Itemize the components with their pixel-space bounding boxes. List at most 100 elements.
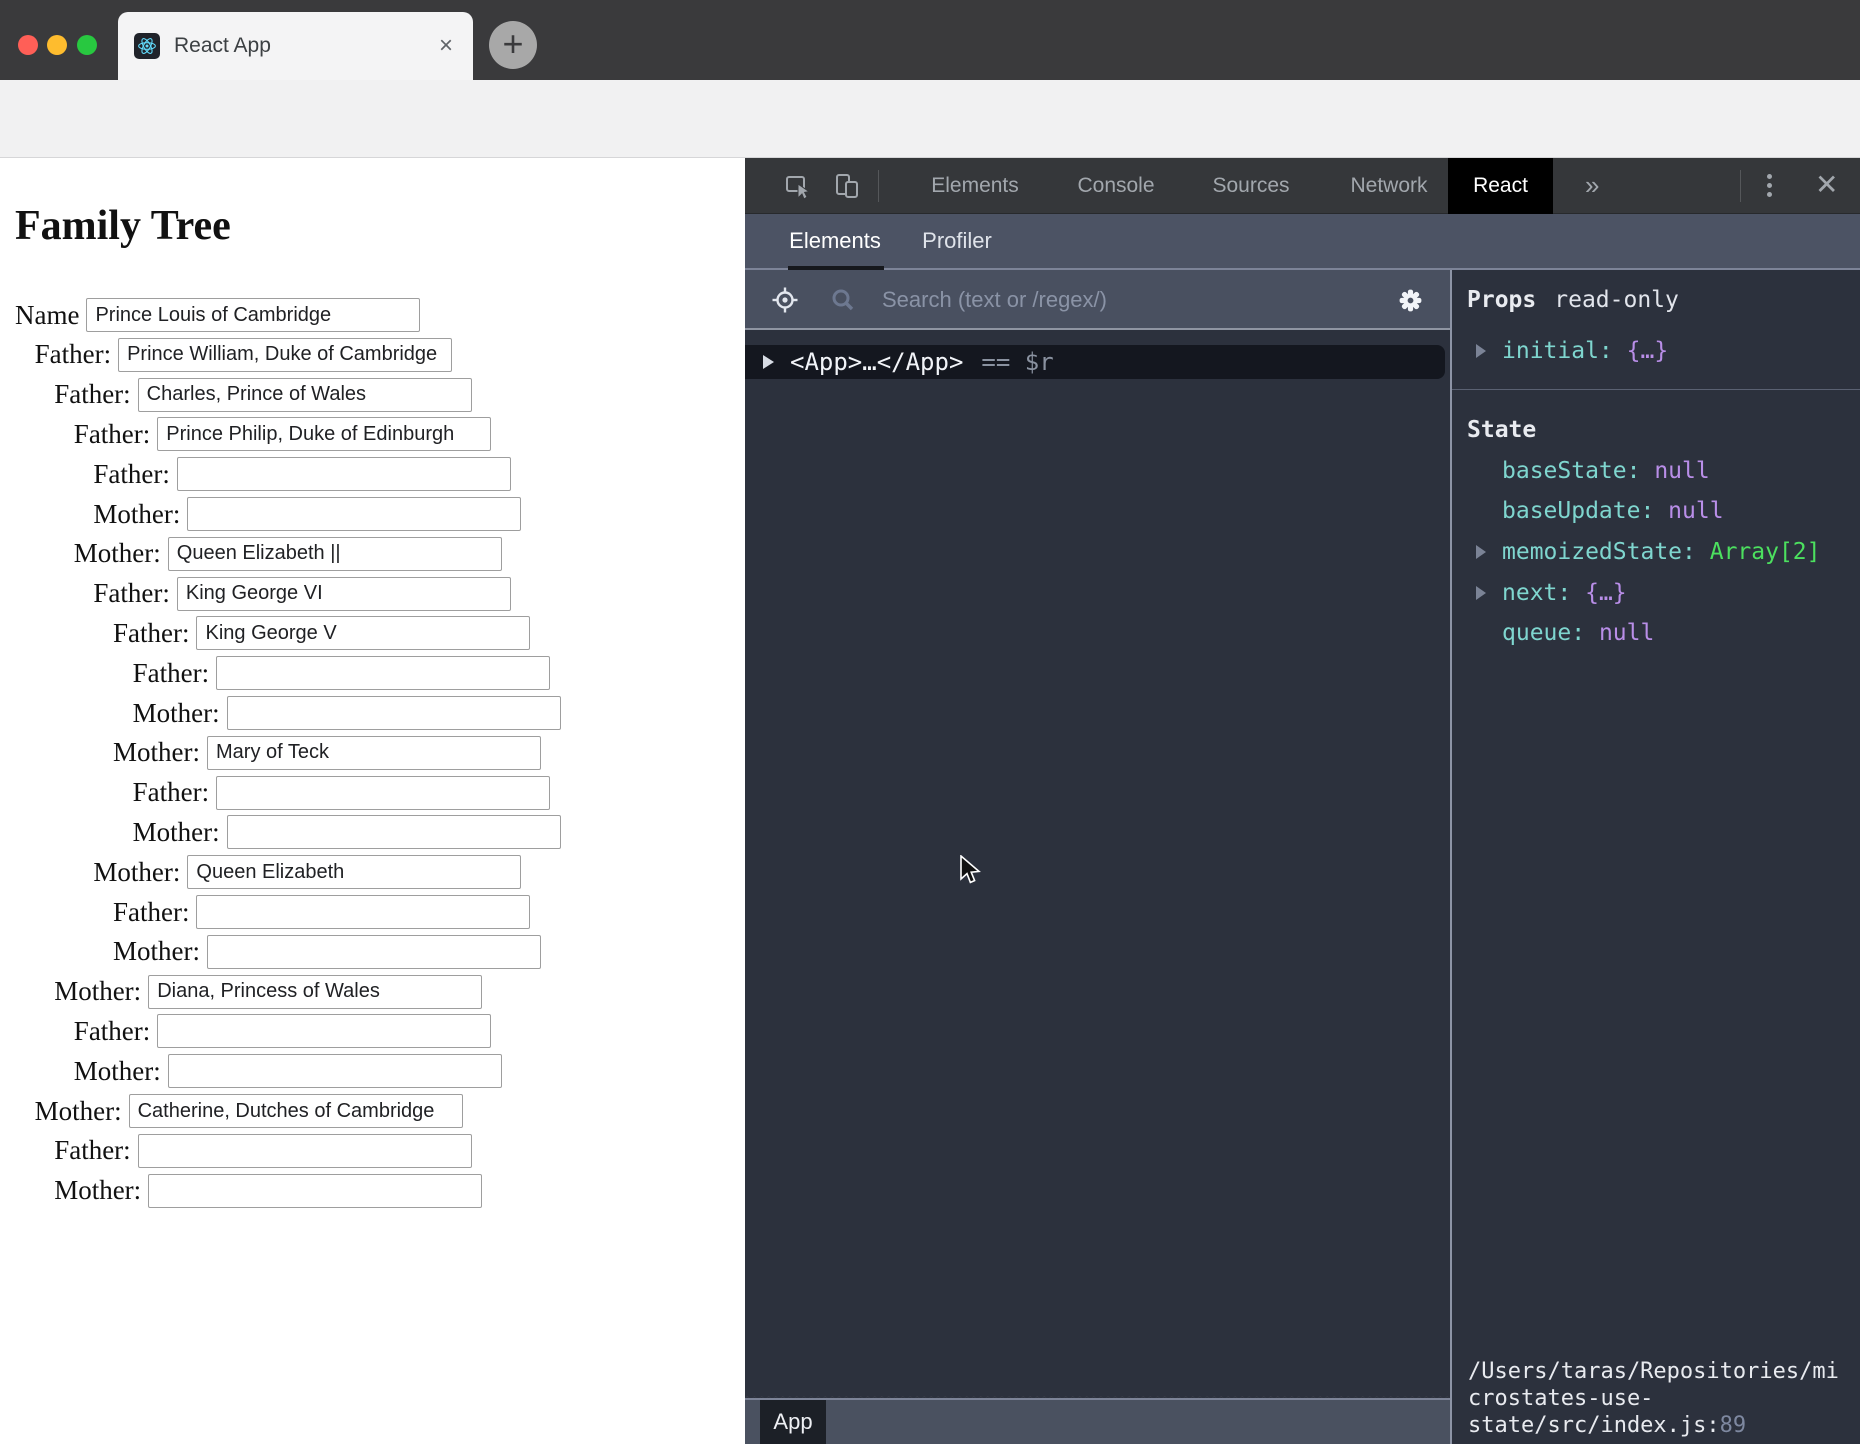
kv-row-baseUpdate: baseUpdate: null bbox=[1452, 498, 1860, 524]
devtools-tab-console[interactable]: Console bbox=[1077, 158, 1154, 214]
more-tabs-icon[interactable]: » bbox=[1585, 158, 1599, 214]
ancestor-name-input[interactable] bbox=[138, 378, 472, 412]
field-label: Mother: bbox=[35, 1096, 122, 1127]
source-path-line1: /Users/taras/Repositories/mi bbox=[1468, 1359, 1839, 1384]
ancestor-name-input[interactable] bbox=[168, 537, 502, 571]
page-title: Family Tree bbox=[15, 202, 231, 250]
readonly-badge: read-only bbox=[1554, 287, 1679, 313]
ancestor-name-input[interactable] bbox=[227, 815, 561, 849]
new-tab-button[interactable]: + bbox=[489, 21, 537, 69]
search-input[interactable] bbox=[880, 278, 1334, 322]
browser-toolbar: ← → i localhost:3000 ☆ bbox=[0, 80, 1860, 158]
browser-tab[interactable]: React App × bbox=[118, 12, 473, 80]
family-form-row: Father: bbox=[35, 336, 452, 374]
family-form-row: Mother: bbox=[74, 1052, 502, 1090]
kv-value: Array[2] bbox=[1710, 539, 1821, 565]
kv-row-memoizedState: memoizedState: Array[2] bbox=[1452, 539, 1860, 565]
family-form-row: Mother: bbox=[133, 694, 561, 732]
family-form-row: Mother: bbox=[35, 1092, 463, 1130]
ancestor-name-input[interactable] bbox=[177, 457, 511, 491]
field-label: Father: bbox=[113, 897, 189, 928]
field-label: Father: bbox=[93, 459, 169, 490]
expand-arrow-icon[interactable] bbox=[763, 355, 774, 369]
devtools-tab-elements[interactable]: Elements bbox=[931, 158, 1019, 214]
field-label: Father: bbox=[54, 1135, 130, 1166]
source-path[interactable]: /Users/taras/Repositories/mi crostates-u… bbox=[1468, 1358, 1853, 1439]
field-label: Father: bbox=[35, 339, 111, 370]
close-window-button[interactable] bbox=[18, 35, 38, 55]
component-tree: <App>…</App> == $r bbox=[745, 330, 1450, 1396]
ancestor-name-input[interactable] bbox=[216, 656, 550, 690]
ancestor-name-input[interactable] bbox=[187, 497, 521, 531]
field-label: Father: bbox=[74, 1016, 150, 1047]
tab-elements[interactable]: Elements bbox=[789, 214, 881, 268]
browser-window: React App × + ← → i localhost:3000 ☆ bbox=[0, 0, 1860, 1444]
ancestor-name-input[interactable] bbox=[227, 696, 561, 730]
field-label: Mother: bbox=[93, 499, 180, 530]
ancestor-name-input[interactable] bbox=[138, 1134, 472, 1168]
kv-value: {…} bbox=[1627, 338, 1669, 364]
tab-profiler[interactable]: Profiler bbox=[922, 214, 992, 268]
state-header: State bbox=[1467, 416, 1536, 444]
kv-row-next: next: {…} bbox=[1452, 580, 1860, 606]
family-form-row: Mother: bbox=[133, 813, 561, 851]
ancestor-name-input[interactable] bbox=[196, 616, 530, 650]
ancestor-name-input[interactable] bbox=[148, 975, 482, 1009]
ancestor-name-input[interactable] bbox=[196, 895, 530, 929]
family-form-row: Mother: bbox=[113, 933, 541, 971]
zoom-window-button[interactable] bbox=[77, 35, 97, 55]
field-label: Mother: bbox=[74, 1056, 161, 1087]
ancestor-name-input[interactable] bbox=[177, 577, 511, 611]
family-form-row: Father: bbox=[93, 575, 510, 613]
tab-title: React App bbox=[174, 34, 435, 58]
devtools-tab-network[interactable]: Network bbox=[1350, 158, 1427, 214]
expand-arrow-icon[interactable] bbox=[1476, 344, 1486, 358]
ancestor-name-input[interactable] bbox=[118, 338, 452, 372]
devtools-tab-sources[interactable]: Sources bbox=[1212, 158, 1289, 214]
kv-key: baseState: bbox=[1502, 458, 1654, 484]
ancestor-name-input[interactable] bbox=[168, 1054, 502, 1088]
strip-divider bbox=[878, 170, 879, 202]
browser-titlebar: React App × + bbox=[0, 0, 1860, 80]
react-app-page: Family Tree NameFather:Father:Father:Fat… bbox=[0, 158, 745, 1444]
kv-key: initial: bbox=[1502, 338, 1627, 364]
devtools-close-icon[interactable]: ✕ bbox=[1815, 158, 1838, 214]
field-label: Mother: bbox=[133, 817, 220, 848]
gear-icon[interactable] bbox=[1397, 287, 1423, 313]
ancestor-name-input[interactable] bbox=[157, 1014, 491, 1048]
ancestor-name-input[interactable] bbox=[207, 935, 541, 969]
kv-key: memoizedState: bbox=[1502, 539, 1710, 565]
props-title: Props bbox=[1467, 287, 1536, 313]
source-path-line2: crostates-use- bbox=[1468, 1386, 1653, 1411]
ancestor-name-input[interactable] bbox=[129, 1094, 463, 1128]
tree-row-app[interactable]: <App>…</App> == $r bbox=[745, 345, 1445, 379]
field-label: Father: bbox=[93, 578, 169, 609]
tab-close-icon[interactable]: × bbox=[435, 32, 457, 60]
field-label: Mother: bbox=[133, 698, 220, 729]
field-label: Father: bbox=[133, 658, 209, 689]
family-form-row: Father: bbox=[133, 774, 550, 812]
ancestor-name-input[interactable] bbox=[207, 736, 541, 770]
ancestor-name-input[interactable] bbox=[148, 1174, 482, 1208]
ancestor-name-input[interactable] bbox=[187, 855, 521, 889]
family-form-row: Mother: bbox=[54, 973, 482, 1011]
inspect-element-icon[interactable] bbox=[784, 172, 812, 200]
devtools-menu-icon[interactable] bbox=[1767, 174, 1772, 197]
field-label: Mother: bbox=[113, 936, 200, 967]
react-favicon-icon bbox=[134, 33, 160, 59]
family-form-row: Father: bbox=[74, 415, 491, 453]
strip-divider-right bbox=[1740, 170, 1741, 202]
expand-arrow-icon[interactable] bbox=[1476, 545, 1486, 559]
props-header: Props read-only bbox=[1467, 286, 1679, 314]
ancestor-name-input[interactable] bbox=[216, 776, 550, 810]
ancestor-name-input[interactable] bbox=[86, 298, 420, 332]
minimize-window-button[interactable] bbox=[47, 35, 67, 55]
field-label: Father: bbox=[74, 419, 150, 450]
field-label: Father: bbox=[113, 618, 189, 649]
ancestor-name-input[interactable] bbox=[157, 417, 491, 451]
select-element-crosshair-icon[interactable] bbox=[772, 287, 798, 313]
devtools-tab-react[interactable]: React bbox=[1448, 158, 1553, 214]
expand-arrow-icon[interactable] bbox=[1476, 586, 1486, 600]
device-toolbar-icon[interactable] bbox=[833, 172, 861, 200]
breadcrumb-app-chip[interactable]: App bbox=[760, 1400, 826, 1444]
